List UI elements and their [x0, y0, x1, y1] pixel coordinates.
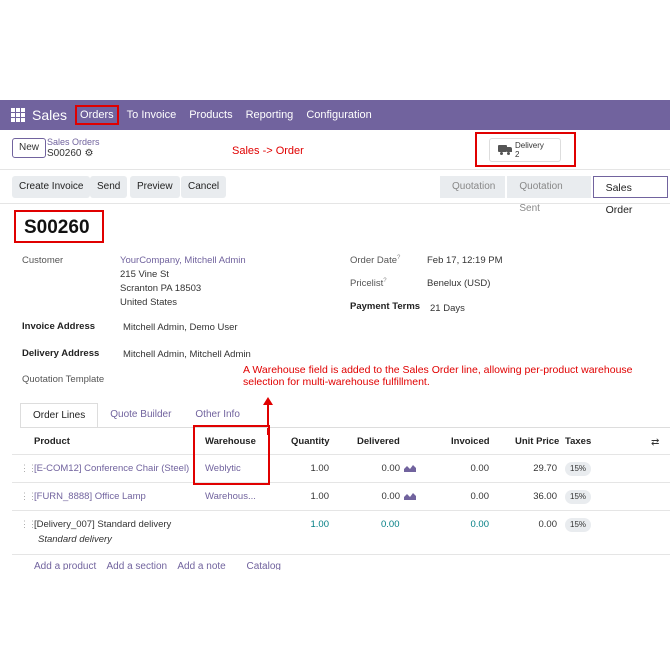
- row1-unit-price[interactable]: 29.70: [518, 463, 557, 474]
- col-invoiced[interactable]: Invoiced: [451, 436, 490, 447]
- breadcrumb: Sales Orders S00260 ⚙: [47, 137, 100, 159]
- invoice-address-field[interactable]: Mitchell Admin, Demo User: [123, 322, 238, 333]
- order-date-field[interactable]: Feb 17, 12:19 PM: [427, 255, 503, 266]
- add-section-link[interactable]: Add a section: [107, 561, 168, 570]
- customer-field[interactable]: YourCompany, Mitchell Admin: [120, 255, 246, 266]
- row1-tax-badge[interactable]: 15%: [565, 462, 592, 476]
- create-invoice-button[interactable]: Create Invoice: [12, 176, 91, 198]
- delivery-count: 2: [515, 150, 520, 159]
- chart-icon[interactable]: [404, 464, 416, 472]
- quotation-template-label: Quotation Template: [22, 374, 105, 385]
- row3-quantity[interactable]: 1.00: [290, 519, 330, 530]
- cancel-button[interactable]: Cancel: [181, 176, 227, 198]
- column-settings-icon[interactable]: ⇄: [651, 437, 659, 448]
- status-bar: Quotation Quotation Sent Sales Order: [440, 176, 670, 216]
- row3-unit-price[interactable]: 0.00: [518, 519, 558, 530]
- row2-product[interactable]: [FURN_8888] Office Lamp: [34, 491, 146, 502]
- chart-icon[interactable]: [404, 492, 416, 500]
- apps-grid-icon[interactable]: [11, 108, 25, 122]
- annotation-box-title: S00260: [14, 210, 104, 243]
- tab-order-lines[interactable]: Order Lines: [20, 403, 99, 428]
- row1-product[interactable]: [E-COM12] Conference Chair (Steel): [34, 463, 189, 474]
- nav-reporting[interactable]: Reporting: [244, 106, 296, 124]
- col-quantity[interactable]: Quantity: [291, 436, 330, 447]
- annotation-box-delivery: Delivery 2: [475, 132, 576, 167]
- truck-icon: [498, 145, 512, 155]
- col-taxes[interactable]: Taxes: [565, 436, 591, 447]
- nav-to-invoice[interactable]: To Invoice: [125, 106, 179, 124]
- row-divider: [12, 482, 670, 483]
- invoice-address-label: Invoice Address: [22, 321, 96, 332]
- delivery-label: Delivery: [515, 141, 544, 150]
- row3-invoiced: 0.00: [470, 519, 490, 530]
- tab-divider: [20, 427, 670, 428]
- customer-label: Customer: [22, 255, 64, 266]
- drag-handle-icon[interactable]: ⋮⋮: [20, 491, 37, 501]
- screenshot: Sales Orders To Invoice Products Reporti…: [0, 100, 670, 570]
- col-unit-price[interactable]: Unit Price: [515, 436, 559, 447]
- row2-unit-price[interactable]: 36.00: [518, 491, 557, 502]
- col-product[interactable]: Product: [34, 436, 70, 447]
- gear-icon[interactable]: ⚙: [84, 148, 93, 159]
- catalog-link[interactable]: Catalog: [247, 561, 281, 570]
- payment-terms-label: Payment Terms: [350, 301, 421, 312]
- row1-invoiced: 0.00: [470, 463, 490, 474]
- breadcrumb-parent[interactable]: Sales Orders: [47, 137, 100, 148]
- breadcrumb-current: S00260: [47, 148, 82, 159]
- delivery-address-field[interactable]: Mitchell Admin, Mitchell Admin: [123, 349, 251, 360]
- row1-quantity[interactable]: 1.00: [290, 463, 330, 474]
- add-note-link[interactable]: Add a note: [177, 561, 225, 570]
- action-bar: Create Invoice Send Preview Cancel Quota…: [0, 171, 670, 216]
- row-divider: [12, 554, 670, 555]
- nav-products[interactable]: Products: [187, 106, 234, 124]
- row3-tax-badge[interactable]: 15%: [565, 518, 592, 532]
- row2-tax-badge[interactable]: 15%: [565, 490, 592, 504]
- row3-description: Standard delivery: [38, 534, 112, 545]
- row2-quantity[interactable]: 1.00: [290, 491, 330, 502]
- row2-warehouse[interactable]: Warehous...: [205, 491, 256, 502]
- status-sales-order[interactable]: Sales Order: [592, 176, 668, 216]
- preview-button[interactable]: Preview: [130, 176, 180, 198]
- row2-invoiced: 0.00: [470, 491, 490, 502]
- app-brand[interactable]: Sales: [32, 107, 67, 123]
- pricelist-field[interactable]: Benelux (USD): [427, 278, 490, 289]
- order-date-label: Order Date?: [350, 255, 401, 267]
- annotation-box-warehouse: [193, 425, 270, 485]
- row1-delivered: 0.00: [381, 463, 401, 474]
- annotation-sales-order: Sales -> Order: [232, 145, 304, 157]
- row3-delivered: 0.00: [381, 519, 400, 530]
- status-quotation[interactable]: Quotation: [440, 176, 506, 198]
- status-quotation-sent[interactable]: Quotation Sent: [507, 176, 591, 214]
- pricelist-label: Pricelist?: [350, 278, 387, 290]
- control-panel: New Sales Orders S00260 ⚙ Sales -> Order …: [0, 130, 670, 170]
- tab-quote-builder[interactable]: Quote Builder: [98, 403, 183, 428]
- drag-handle-icon[interactable]: ⋮⋮: [20, 519, 37, 529]
- customer-address-line1: 215 Vine St: [120, 269, 169, 280]
- nav-orders[interactable]: Orders: [75, 105, 119, 125]
- drag-handle-icon[interactable]: ⋮⋮: [20, 463, 37, 473]
- top-navbar: Sales Orders To Invoice Products Reporti…: [0, 100, 670, 130]
- col-delivered[interactable]: Delivered: [357, 436, 400, 447]
- delivery-address-label: Delivery Address: [22, 348, 100, 359]
- order-title: S00260: [24, 217, 90, 238]
- payment-terms-field[interactable]: 21 Days: [430, 303, 465, 314]
- customer-address-line3: United States: [120, 297, 178, 308]
- add-line-links: Add a product Add a section Add a note C…: [34, 561, 289, 570]
- send-button[interactable]: Send: [90, 176, 128, 198]
- row2-delivered: 0.00: [381, 491, 401, 502]
- delivery-smart-button[interactable]: Delivery 2: [489, 138, 561, 162]
- nav-configuration[interactable]: Configuration: [304, 106, 373, 124]
- header-divider: [12, 454, 670, 455]
- row3-product[interactable]: [Delivery_007] Standard delivery: [34, 519, 171, 530]
- add-product-link[interactable]: Add a product: [34, 561, 96, 570]
- new-button[interactable]: New: [12, 138, 47, 158]
- row-divider: [12, 510, 670, 511]
- customer-address-line2: Scranton PA 18503: [120, 283, 202, 294]
- annotation-warehouse-note: A Warehouse field is added to the Sales …: [243, 364, 633, 388]
